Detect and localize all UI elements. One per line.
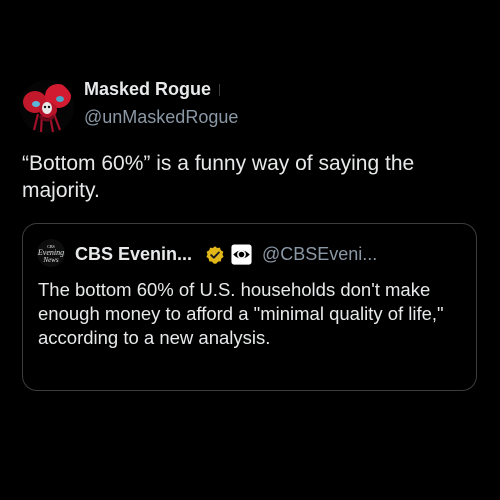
gold-verified-badge-icon <box>206 246 224 264</box>
quoted-author-name[interactable]: CBS Evenin... <box>75 244 192 265</box>
author-name[interactable]: Masked Rogue <box>84 79 221 100</box>
logo-line-3: News <box>43 256 59 264</box>
author-name-label: Masked Rogue <box>84 79 212 99</box>
avatar[interactable] <box>20 80 74 134</box>
cbs-eye-affiliate-icon <box>231 244 252 265</box>
tweet-text: “Bottom 60%” is a funny way of saying th… <box>22 152 415 202</box>
cbs-evening-news-logo[interactable]: CBS Evening News <box>37 239 65 267</box>
quoted-author-handle[interactable]: @CBSEveni... <box>262 244 377 265</box>
name-separator <box>219 84 221 97</box>
masked-figure-avatar-icon <box>20 80 74 134</box>
author-handle[interactable]: @unMaskedRogue <box>84 107 238 128</box>
quoted-tweet-text: The bottom 60% of U.S. households don't … <box>38 279 444 348</box>
quoted-tweet-card[interactable]: CBS Evening News CBS Evenin... @CBSEveni… <box>22 223 477 391</box>
